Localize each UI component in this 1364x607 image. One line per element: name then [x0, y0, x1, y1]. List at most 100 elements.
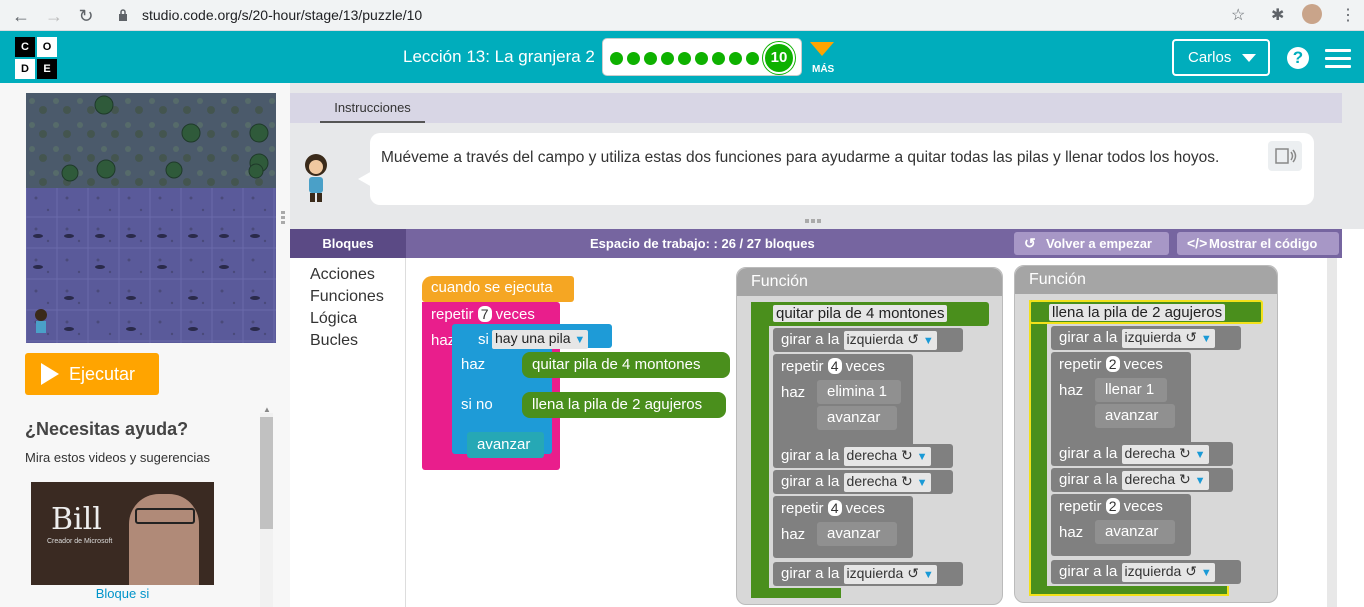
direction-dropdown[interactable]: izquierda ↺ ▼: [843, 565, 937, 584]
scrollbar[interactable]: ▲: [260, 405, 273, 607]
progress-dot[interactable]: [661, 52, 674, 65]
text-to-speech-icon[interactable]: [1268, 141, 1302, 171]
forward-block[interactable]: avanzar: [817, 406, 897, 430]
function-definition-block[interactable]: quitar pila de 4 montones: [751, 302, 989, 326]
turn-left-block[interactable]: girar a la izquierda ↺ ▼: [773, 328, 963, 352]
call-fill-hole-label: llena la pila de 2 agujeros: [532, 396, 703, 413]
turn-left-block[interactable]: girar a la izquierda ↺ ▼: [1051, 326, 1241, 350]
reload-icon[interactable]: ↻: [75, 5, 97, 27]
more-label[interactable]: MÁS: [812, 64, 834, 75]
farmer-avatar: [305, 154, 327, 202]
run-label: Ejecutar: [69, 364, 136, 384]
code-logo[interactable]: C O D E: [15, 37, 59, 79]
forward-block[interactable]: avanzar: [1095, 404, 1175, 428]
turn-right-block[interactable]: girar a la derecha ↻ ▼: [773, 444, 953, 468]
direction-dropdown[interactable]: derecha ↻ ▼: [843, 447, 931, 466]
progress-dot[interactable]: [729, 52, 742, 65]
progress-current-level[interactable]: 10: [763, 42, 795, 74]
progress-dot[interactable]: [678, 52, 691, 65]
forward-icon[interactable]: →: [43, 5, 65, 27]
hamburger-menu-icon[interactable]: [1325, 49, 1351, 69]
forward-label: avanzar: [1105, 407, 1159, 424]
user-menu-button[interactable]: Carlos: [1172, 39, 1270, 76]
tab-instructions[interactable]: Instrucciones: [320, 100, 425, 123]
forward-label: avanzar: [827, 409, 881, 426]
direction-dropdown[interactable]: derecha ↻ ▼: [1121, 445, 1209, 464]
progress-dot[interactable]: [712, 52, 725, 65]
progress-dot[interactable]: [610, 52, 623, 65]
direction-dropdown[interactable]: izquierda ↺ ▼: [1121, 563, 1215, 582]
category-actions[interactable]: Acciones: [310, 266, 375, 284]
function-name[interactable]: quitar pila de 4 montones: [773, 305, 948, 322]
direction-dropdown[interactable]: derecha ↻ ▼: [1121, 471, 1209, 490]
category-functions[interactable]: Funciones: [310, 288, 384, 306]
lesson-title[interactable]: Lección 13: La granjera 2: [403, 47, 595, 67]
condition-dropdown[interactable]: hay una pila ▼: [492, 330, 589, 349]
run-button[interactable]: Ejecutar: [25, 353, 159, 395]
repeat-count-input[interactable]: 2: [1105, 498, 1120, 514]
progress-dot[interactable]: [644, 52, 657, 65]
repeat-prefix: repetir: [781, 500, 824, 517]
back-icon[interactable]: ←: [10, 5, 32, 27]
condition-text: hay una pila: [495, 330, 571, 346]
video-caption[interactable]: Bloque si: [31, 586, 214, 601]
help-icon[interactable]: ?: [1287, 47, 1309, 69]
lock-icon: [119, 9, 127, 21]
direction-text: izquierda ↺: [846, 565, 919, 581]
when-run-label: cuando se ejecuta: [431, 279, 553, 296]
video-thumbnail[interactable]: Bill Creador de Microsoft: [31, 482, 214, 585]
star-icon[interactable]: ☆: [1231, 5, 1245, 27]
category-logic[interactable]: Lógica: [310, 310, 357, 328]
forward-block[interactable]: avanzar: [817, 522, 897, 546]
turn-right-block[interactable]: girar a la derecha ↻ ▼: [1051, 468, 1233, 492]
function-name[interactable]: llena la pila de 2 agujeros: [1049, 304, 1226, 321]
call-fill-hole-block[interactable]: llena la pila de 2 agujeros: [522, 392, 726, 418]
workspace-header: Bloques Espacio de trabajo: : 26 / 27 bl…: [290, 229, 1342, 258]
direction-dropdown[interactable]: izquierda ↺ ▼: [843, 331, 937, 350]
resize-handle[interactable]: [805, 219, 825, 225]
more-vert-icon[interactable]: ⋮: [1340, 5, 1356, 27]
repeat-count-input[interactable]: 4: [827, 358, 842, 374]
forward-block[interactable]: avanzar: [1095, 520, 1175, 544]
turn-prefix: girar a la: [781, 565, 840, 582]
turn-prefix: girar a la: [1059, 471, 1118, 488]
profile-avatar[interactable]: [1302, 4, 1322, 24]
progress-dot[interactable]: [627, 52, 640, 65]
repeat-suffix: veces: [1123, 356, 1163, 373]
turn-left-block[interactable]: girar a la izquierda ↺ ▼: [1051, 560, 1241, 584]
scrollbar-thumb[interactable]: [260, 417, 273, 529]
chevron-down-icon[interactable]: [810, 42, 834, 56]
fill-one-block[interactable]: llenar 1: [1095, 378, 1167, 402]
function-definition-block[interactable]: llena la pila de 2 agujeros: [1029, 300, 1263, 324]
call-remove-pile-block[interactable]: quitar pila de 4 montones: [522, 352, 730, 378]
turn-left-block[interactable]: girar a la izquierda ↺ ▼: [773, 562, 963, 586]
url-bar[interactable]: studio.code.org/s/20-hour/stage/13/puzzl…: [108, 3, 1260, 28]
repeat-count-input[interactable]: 2: [1105, 356, 1120, 372]
when-run-block[interactable]: cuando se ejecuta: [422, 276, 574, 302]
show-code-button[interactable]: </> Mostrar el código: [1177, 232, 1339, 255]
reset-button[interactable]: ↺ Volver a empezar: [1014, 232, 1169, 255]
logo-letter-c: C: [15, 37, 35, 57]
progress-dot[interactable]: [746, 52, 759, 65]
workspace-canvas[interactable]: cuando se ejecuta repetir 7 veces haz si…: [406, 258, 1326, 607]
scroll-up-icon[interactable]: ▲: [263, 405, 271, 414]
video-overlay-subtitle: Creador de Microsoft: [47, 538, 113, 545]
help-subtitle: Mira estos videos y sugerencias: [25, 450, 210, 465]
remove-one-block[interactable]: elimina 1: [817, 380, 901, 404]
extensions-icon[interactable]: ✱: [1271, 5, 1284, 27]
repeat-count-input[interactable]: 4: [827, 500, 842, 516]
forward-block[interactable]: avanzar: [467, 432, 544, 458]
turn-right-block[interactable]: girar a la derecha ↻ ▼: [773, 470, 953, 494]
farm-map: [26, 93, 276, 343]
turn-prefix: girar a la: [781, 473, 840, 490]
turn-prefix: girar a la: [781, 331, 840, 348]
workspace-scrollbar[interactable]: [1327, 258, 1337, 607]
direction-dropdown[interactable]: derecha ↻ ▼: [843, 473, 931, 492]
resize-handle[interactable]: [281, 211, 285, 225]
repeat-count-input[interactable]: 7: [477, 306, 492, 322]
forward-label: avanzar: [1105, 523, 1159, 540]
direction-dropdown[interactable]: izquierda ↺ ▼: [1121, 329, 1215, 348]
turn-right-block[interactable]: girar a la derecha ↻ ▼: [1051, 442, 1233, 466]
progress-dot[interactable]: [695, 52, 708, 65]
category-loops[interactable]: Bucles: [310, 332, 358, 350]
